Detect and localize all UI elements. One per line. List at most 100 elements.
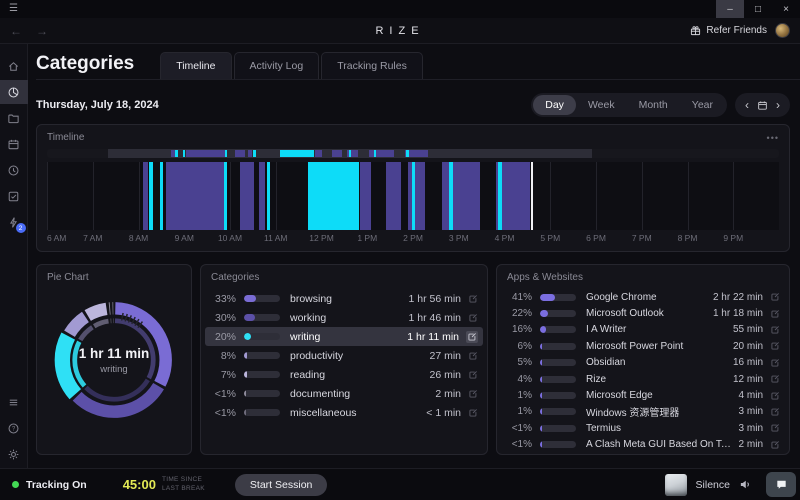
sidebar-item-settings[interactable] xyxy=(0,442,28,466)
timeline-segment[interactable] xyxy=(412,162,415,230)
chat-bubble-button[interactable] xyxy=(766,472,796,497)
sidebar-item-tasks[interactable] xyxy=(0,184,28,208)
edit-icon[interactable] xyxy=(468,408,478,418)
prev-day-button[interactable]: ‹ xyxy=(739,97,755,113)
app-row[interactable]: 1% Microsoft Edge 4 min xyxy=(501,387,785,403)
timeline-segment[interactable] xyxy=(315,150,322,157)
range-option[interactable]: Month xyxy=(627,95,680,115)
timeline-segment[interactable] xyxy=(143,162,148,230)
timeline-segment[interactable] xyxy=(160,162,163,230)
timeline-segment[interactable] xyxy=(408,162,425,230)
app-name: Windows 资源管理器 xyxy=(586,404,733,419)
timeline-overview-strip[interactable] xyxy=(47,149,779,158)
refer-friends-button[interactable]: Refer Friends xyxy=(690,25,767,36)
calendar-picker-icon[interactable] xyxy=(757,100,768,111)
timeline-segment[interactable] xyxy=(332,150,342,157)
timeline-segment[interactable] xyxy=(360,162,371,230)
edit-icon[interactable] xyxy=(770,391,780,401)
range-option[interactable]: Day xyxy=(533,95,576,115)
edit-icon[interactable] xyxy=(770,292,780,302)
tab[interactable]: Timeline xyxy=(160,52,231,79)
edit-icon[interactable] xyxy=(466,331,478,343)
app-bar xyxy=(540,441,576,448)
category-row[interactable]: 7% reading 26 min xyxy=(205,365,483,384)
edit-icon[interactable] xyxy=(468,294,478,304)
edit-icon[interactable] xyxy=(770,423,780,433)
tab[interactable]: Tracking Rules xyxy=(321,52,423,79)
timeline-segment[interactable] xyxy=(225,150,227,157)
app-percent: <1% xyxy=(506,423,532,434)
back-arrow-icon[interactable]: ← xyxy=(10,24,22,38)
timeline-segment[interactable] xyxy=(248,150,252,157)
minimize-button[interactable]: – xyxy=(716,0,744,18)
edit-icon[interactable] xyxy=(468,351,478,361)
speaker-icon[interactable] xyxy=(739,478,752,491)
timeline-segment[interactable] xyxy=(349,150,351,157)
edit-icon[interactable] xyxy=(770,325,780,335)
app-row[interactable]: 16% I A Writer 55 min xyxy=(501,322,785,338)
timeline-segment[interactable] xyxy=(386,162,401,230)
forward-arrow-icon[interactable]: → xyxy=(36,24,48,38)
maximize-button[interactable]: □ xyxy=(744,0,772,18)
app-row[interactable]: 22% Microsoft Outlook 1 hr 18 min xyxy=(501,305,785,321)
timeline-segment[interactable] xyxy=(259,162,266,230)
close-button[interactable]: × xyxy=(772,0,800,18)
app-row[interactable]: <1% A Clash Meta GUI Based On Ta... 2 mi… xyxy=(501,437,785,453)
timeline-segment[interactable] xyxy=(235,150,245,157)
edit-icon[interactable] xyxy=(770,440,780,450)
timeline-segment[interactable] xyxy=(449,162,453,230)
category-row[interactable]: 8% productivity 27 min xyxy=(205,346,483,365)
edit-icon[interactable] xyxy=(770,407,780,417)
timeline-segment[interactable] xyxy=(149,162,153,230)
app-row[interactable]: 4% Rize 12 min xyxy=(501,371,785,387)
app-row[interactable]: 6% Microsoft Power Point 20 min xyxy=(501,338,785,354)
sidebar-item-calendar[interactable] xyxy=(0,132,28,156)
timeline-segment[interactable] xyxy=(374,150,377,157)
edit-icon[interactable] xyxy=(468,313,478,323)
timeline-segment[interactable] xyxy=(267,162,270,230)
range-option[interactable]: Year xyxy=(680,95,725,115)
app-row[interactable]: 1% Windows 资源管理器 3 min xyxy=(501,404,785,420)
app-row[interactable]: 41% Google Chrome 2 hr 22 min xyxy=(501,289,785,305)
tab[interactable]: Activity Log xyxy=(234,52,320,79)
range-option[interactable]: Week xyxy=(576,95,627,115)
timeline-segment[interactable] xyxy=(183,150,185,157)
category-row[interactable]: 20% writing 1 hr 11 min xyxy=(205,327,483,346)
timeline-segment[interactable] xyxy=(166,162,224,230)
sidebar-item-help[interactable]: ? xyxy=(0,416,28,440)
edit-icon[interactable] xyxy=(770,358,780,368)
timeline-segment[interactable] xyxy=(406,150,409,157)
timeline-segment[interactable] xyxy=(175,150,178,157)
timeline-segment[interactable] xyxy=(498,162,502,230)
sidebar-item-projects[interactable] xyxy=(0,106,28,130)
timeline-segment[interactable] xyxy=(308,162,359,230)
category-row[interactable]: <1% documenting 2 min xyxy=(205,384,483,403)
sidebar-item-menu[interactable] xyxy=(0,390,28,414)
timeline-segment[interactable] xyxy=(240,162,255,230)
edit-icon[interactable] xyxy=(770,309,780,319)
app-name: I A Writer xyxy=(586,324,727,335)
edit-icon[interactable] xyxy=(468,370,478,380)
sidebar-item-home[interactable] xyxy=(0,54,28,78)
timeline-segment[interactable] xyxy=(253,150,255,157)
category-row[interactable]: 33% browsing 1 hr 56 min xyxy=(205,289,483,308)
timeline-mini-window[interactable] xyxy=(108,149,593,158)
panel-menu-button[interactable]: ••• xyxy=(767,133,779,143)
sidebar-item-categories[interactable] xyxy=(0,80,28,104)
app-row[interactable]: <1% Termius 3 min xyxy=(501,420,785,436)
timeline-segment[interactable] xyxy=(186,150,225,157)
app-row[interactable]: 5% Obsidian 16 min xyxy=(501,355,785,371)
sidebar-item-history[interactable] xyxy=(0,158,28,182)
timeline-segment[interactable] xyxy=(280,150,314,157)
hamburger-menu-icon[interactable]: ☰ xyxy=(9,4,18,14)
timeline-segment[interactable] xyxy=(224,162,227,230)
edit-icon[interactable] xyxy=(468,389,478,399)
start-session-button[interactable]: Start Session xyxy=(235,474,327,496)
avatar[interactable] xyxy=(775,23,790,38)
sidebar-item-sessions[interactable]: 2 xyxy=(0,210,28,234)
edit-icon[interactable] xyxy=(770,374,780,384)
category-row[interactable]: 30% working 1 hr 46 min xyxy=(205,308,483,327)
category-row[interactable]: <1% miscellaneous < 1 min xyxy=(205,403,483,422)
next-day-button[interactable]: › xyxy=(770,97,786,113)
edit-icon[interactable] xyxy=(770,341,780,351)
